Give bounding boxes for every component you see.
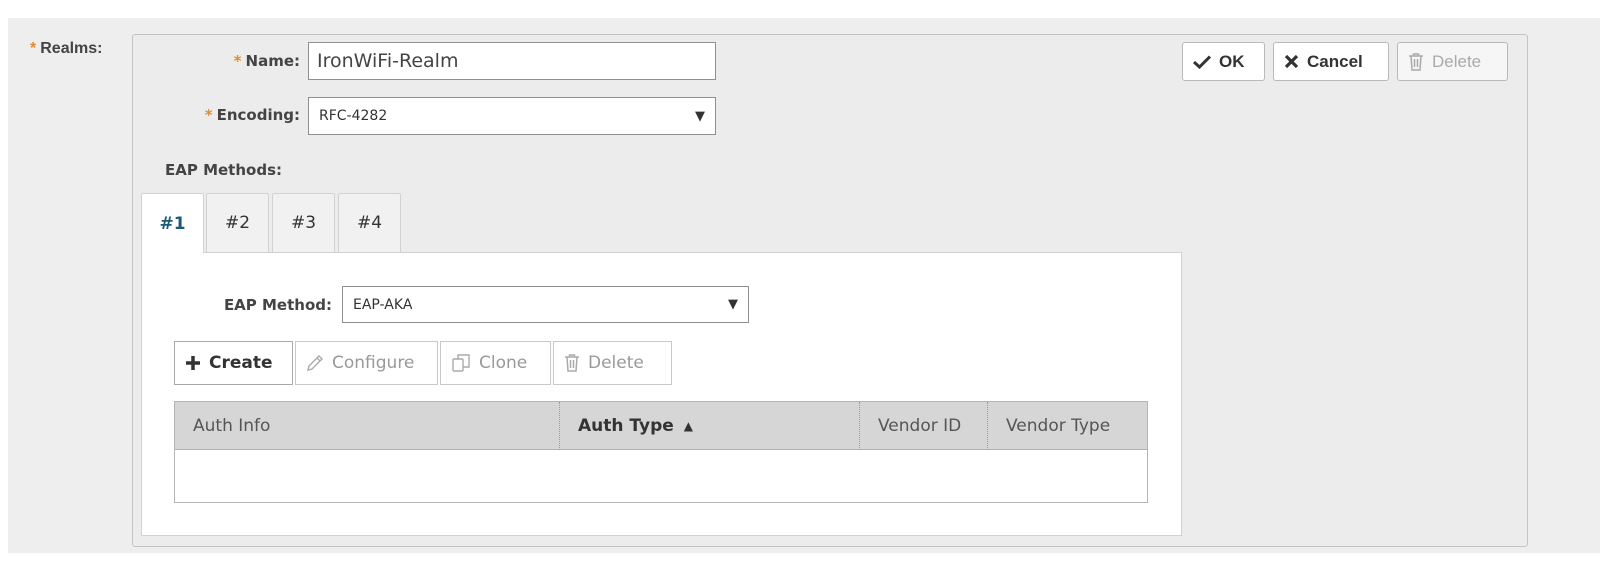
auth-info-table: Auth Info Auth Type ▲ Vendor ID Vendor T… (174, 401, 1148, 503)
cancel-button[interactable]: Cancel (1273, 42, 1389, 81)
table-header: Auth Info Auth Type ▲ Vendor ID Vendor T… (175, 402, 1147, 450)
tab-4[interactable]: #4 (338, 193, 401, 252)
eap-method-value: EAP-AKA (353, 296, 413, 313)
caret-down-icon: ▼ (728, 297, 738, 312)
sort-asc-icon: ▲ (683, 419, 694, 433)
caret-down-icon: ▼ (695, 108, 705, 124)
table-body (175, 450, 1147, 502)
trash-icon (564, 354, 580, 372)
encoding-select[interactable]: RFC-4282 ▼ (308, 97, 716, 135)
ok-button[interactable]: OK (1182, 42, 1265, 81)
check-icon (1193, 54, 1211, 69)
column-header-auth-type[interactable]: Auth Type ▲ (560, 402, 860, 450)
name-input[interactable]: IronWiFi-Realm (308, 42, 716, 80)
plus-icon (185, 355, 201, 371)
column-header-vendor-type[interactable]: Vendor Type (988, 402, 1147, 450)
column-header-auth-info[interactable]: Auth Info (175, 402, 560, 450)
pencil-icon (306, 354, 324, 372)
realms-label: * Realms: (30, 40, 103, 57)
column-header-vendor-id[interactable]: Vendor ID (860, 402, 988, 450)
clone-button[interactable]: Clone (440, 341, 551, 385)
name-label: * Name: (233, 52, 300, 70)
eap-methods-label: EAP Methods: (165, 161, 282, 179)
eap-method-select[interactable]: EAP-AKA ▼ (342, 286, 749, 323)
eap-method-label: EAP Method: (223, 296, 332, 314)
create-button[interactable]: Create (174, 341, 293, 385)
trash-icon (1408, 52, 1424, 71)
required-mark: * (30, 40, 37, 57)
x-icon (1284, 54, 1299, 69)
tab-1[interactable]: #1 (141, 193, 204, 253)
encoding-value: RFC-4282 (319, 108, 388, 124)
delete-button[interactable]: Delete (553, 341, 672, 385)
tab-3[interactable]: #3 (272, 193, 335, 252)
delete-realm-button[interactable]: Delete (1397, 42, 1508, 81)
tab-2[interactable]: #2 (206, 193, 269, 252)
encoding-label: * Encoding: (204, 106, 300, 124)
clone-icon (451, 353, 471, 373)
configure-button[interactable]: Configure (295, 341, 438, 385)
